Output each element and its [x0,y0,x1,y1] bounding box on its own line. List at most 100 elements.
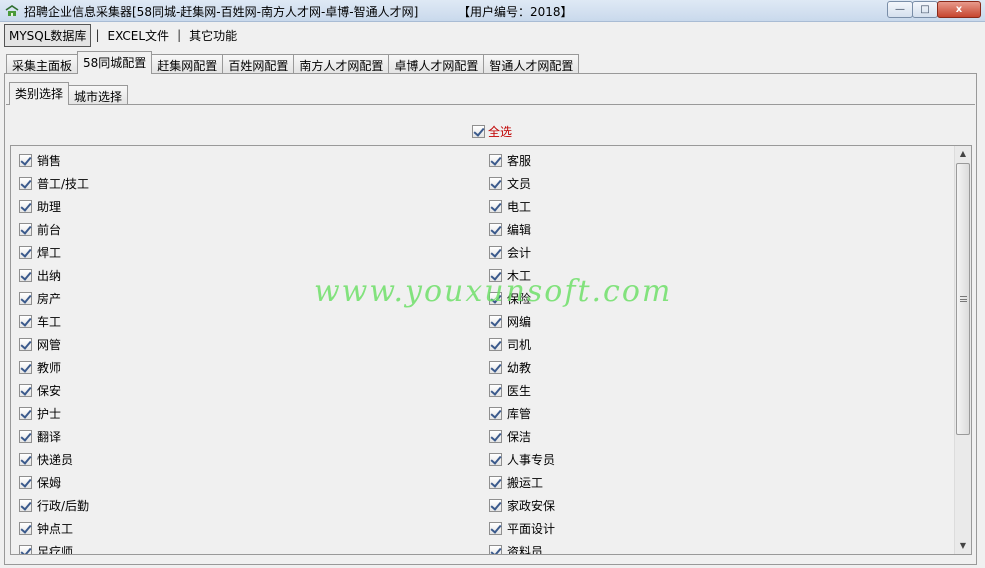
category-checkbox[interactable]: 车工 [19,310,89,333]
category-checkbox[interactable]: 保安 [19,379,89,402]
checkbox-icon[interactable] [489,177,502,190]
checkbox-icon[interactable] [19,453,32,466]
scroll-up-icon[interactable]: ▲ [955,146,971,162]
category-checkbox[interactable]: 快递员 [19,448,89,471]
grip-icon [960,296,967,302]
category-label: 车工 [37,315,62,329]
checkbox-icon[interactable] [489,384,502,397]
category-checkbox[interactable]: 行政/后勤 [19,494,89,517]
vertical-scrollbar[interactable]: ▲ ▼ [954,146,971,554]
tab-ganji-config[interactable]: 赶集网配置 [151,54,224,74]
category-checkbox[interactable]: 搬运工 [489,471,555,494]
category-checkbox[interactable]: 房产 [19,287,89,310]
category-checkbox[interactable]: 人事专员 [489,448,555,471]
category-checkbox[interactable]: 库管 [489,402,555,425]
checkbox-icon[interactable] [19,223,32,236]
checkbox-icon[interactable] [19,361,32,374]
category-label: 库管 [507,407,532,421]
checkbox-icon[interactable] [19,407,32,420]
tab-nanfang-config[interactable]: 南方人才网配置 [293,54,390,74]
category-checkbox[interactable]: 钟点工 [19,517,89,540]
category-checkbox[interactable]: 会计 [489,241,555,264]
checkbox-icon[interactable] [19,430,32,443]
category-checkbox[interactable]: 保姆 [19,471,89,494]
checkbox-icon[interactable] [489,476,502,489]
category-checkbox[interactable]: 幼教 [489,356,555,379]
menu-mysql[interactable]: MYSQL数据库 [4,23,92,47]
checkbox-icon[interactable] [19,246,32,259]
category-checkbox[interactable]: 文员 [489,172,555,195]
checkbox-icon[interactable] [472,125,485,138]
category-checkbox[interactable]: 教师 [19,356,89,379]
checkbox-icon[interactable] [19,338,32,351]
menu-other[interactable]: 其它功能 [185,25,241,46]
checkbox-icon[interactable] [489,200,502,213]
category-checkbox[interactable]: 网管 [19,333,89,356]
close-button[interactable]: x [937,1,981,18]
tab-zhuobo-config[interactable]: 卓博人才网配置 [388,54,485,74]
tab-zhitong-config[interactable]: 智通人才网配置 [483,54,580,74]
category-label: 人事专员 [507,453,556,467]
category-label: 行政/后勤 [37,499,90,513]
category-checkbox[interactable]: 司机 [489,333,555,356]
category-checkbox[interactable]: 前台 [19,218,89,241]
tab-baixing-config[interactable]: 百姓网配置 [222,54,295,74]
menu-excel[interactable]: EXCEL文件 [103,25,173,46]
checkbox-icon[interactable] [489,453,502,466]
checkbox-icon[interactable] [489,499,502,512]
category-checkbox[interactable]: 平面设计 [489,517,555,540]
checkbox-icon[interactable] [489,361,502,374]
category-label: 平面设计 [507,522,556,536]
checkbox-icon[interactable] [489,430,502,443]
checkbox-icon[interactable] [489,223,502,236]
tab-58-config[interactable]: 58同城配置 [77,51,153,74]
category-checkbox[interactable]: 网编 [489,310,555,333]
checkbox-icon[interactable] [489,154,502,167]
checkbox-icon[interactable] [19,545,32,554]
window-controls: — □ x [887,1,981,18]
checkbox-icon[interactable] [19,476,32,489]
category-checkbox[interactable]: 电工 [489,195,555,218]
category-checkbox[interactable]: 出纳 [19,264,89,287]
category-checkbox[interactable]: 焊工 [19,241,89,264]
scroll-thumb[interactable] [956,163,970,435]
category-checkbox[interactable]: 家政安保 [489,494,555,517]
checkbox-icon[interactable] [19,384,32,397]
checkbox-icon[interactable] [19,154,32,167]
sub-tab-strip: 类别选择 城市选择 [9,82,129,105]
checkbox-icon[interactable] [19,522,32,535]
checkbox-icon[interactable] [489,246,502,259]
category-checkbox[interactable]: 翻译 [19,425,89,448]
checkbox-icon[interactable] [19,499,32,512]
category-checkbox[interactable]: 普工/技工 [19,172,89,195]
title-bar: 招聘企业信息采集器[58同城-赶集网-百姓网-南方人才网-卓博-智通人才网] 【… [0,0,985,22]
category-checkbox[interactable]: 销售 [19,149,89,172]
category-checkbox[interactable]: 编辑 [489,218,555,241]
tab-collect-main[interactable]: 采集主面板 [6,54,79,74]
category-checkbox[interactable]: 足疗师 [19,540,89,554]
select-all-checkbox[interactable]: 全选 [472,123,512,140]
checkbox-icon[interactable] [489,338,502,351]
scroll-down-icon[interactable]: ▼ [955,538,971,554]
checkbox-icon[interactable] [19,177,32,190]
tab-category-select[interactable]: 类别选择 [9,82,70,105]
category-checkbox[interactable]: 医生 [489,379,555,402]
checkbox-icon[interactable] [19,269,32,282]
tab-city-select[interactable]: 城市选择 [68,85,129,105]
minimize-button[interactable]: — [887,1,913,18]
category-checkbox[interactable]: 保洁 [489,425,555,448]
category-checkbox[interactable]: 助理 [19,195,89,218]
category-checkbox[interactable]: 客服 [489,149,555,172]
checkbox-icon[interactable] [489,315,502,328]
checkbox-icon[interactable] [19,292,32,305]
category-checkbox[interactable]: 资料员 [489,540,555,554]
maximize-button[interactable]: □ [912,1,938,18]
category-label: 前台 [37,223,62,237]
category-label: 网编 [507,315,532,329]
checkbox-icon[interactable] [489,522,502,535]
checkbox-icon[interactable] [19,315,32,328]
checkbox-icon[interactable] [19,200,32,213]
checkbox-icon[interactable] [489,545,502,554]
category-checkbox[interactable]: 护士 [19,402,89,425]
checkbox-icon[interactable] [489,407,502,420]
